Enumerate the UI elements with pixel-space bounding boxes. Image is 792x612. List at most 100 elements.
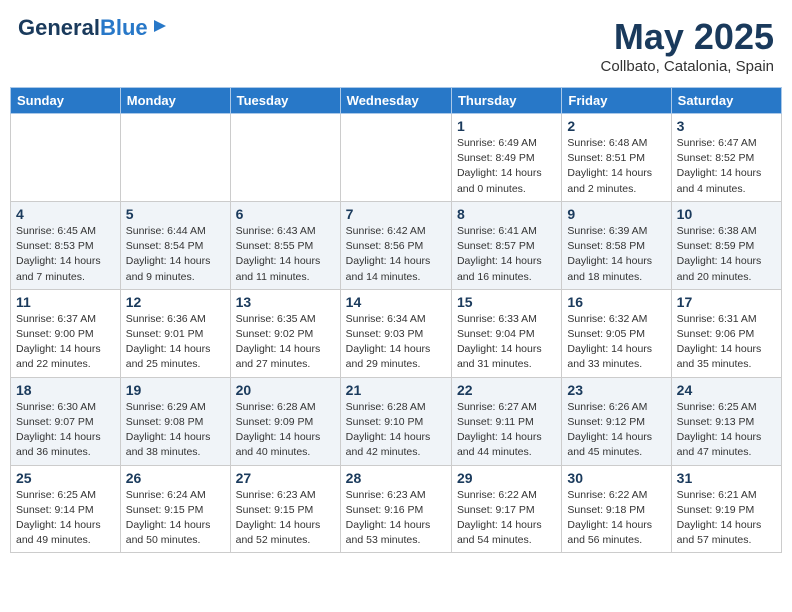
- calendar-cell: [11, 114, 121, 202]
- calendar-cell: 14 Sunrise: 6:34 AMSunset: 9:03 PMDayligh…: [340, 289, 451, 377]
- calendar-week-1: 1 Sunrise: 6:49 AMSunset: 8:49 PMDaylight…: [11, 114, 782, 202]
- day-number: 12: [126, 294, 225, 310]
- calendar-cell: 28 Sunrise: 6:23 AMSunset: 9:16 PMDayligh…: [340, 465, 451, 553]
- day-number: 23: [567, 382, 665, 398]
- calendar-cell: 16 Sunrise: 6:32 AMSunset: 9:05 PMDayligh…: [562, 289, 671, 377]
- calendar-cell: 12 Sunrise: 6:36 AMSunset: 9:01 PMDayligh…: [120, 289, 230, 377]
- calendar-cell: 10 Sunrise: 6:38 AMSunset: 8:59 PMDayligh…: [671, 201, 781, 289]
- day-detail: Sunrise: 6:37 AMSunset: 9:00 PMDaylight:…: [16, 312, 115, 373]
- day-detail: Sunrise: 6:21 AMSunset: 9:19 PMDaylight:…: [677, 488, 776, 549]
- title-block: May 2025 Collbato, Catalonia, Spain: [601, 16, 774, 75]
- calendar-week-4: 18 Sunrise: 6:30 AMSunset: 9:07 PMDayligh…: [11, 377, 782, 465]
- calendar-cell: 25 Sunrise: 6:25 AMSunset: 9:14 PMDayligh…: [11, 465, 121, 553]
- calendar-week-2: 4Sunrise: 6:45 AMSunset: 8:53 PMDaylight…: [11, 201, 782, 289]
- calendar-cell: 27 Sunrise: 6:23 AMSunset: 9:15 PMDayligh…: [230, 465, 340, 553]
- day-detail: Sunrise: 6:24 AMSunset: 9:15 PMDaylight:…: [126, 488, 225, 549]
- calendar-cell: 8Sunrise: 6:41 AMSunset: 8:57 PMDaylight…: [451, 201, 561, 289]
- calendar-cell: [120, 114, 230, 202]
- day-number: 31: [677, 470, 776, 486]
- day-number: 6: [236, 206, 335, 222]
- day-detail: Sunrise: 6:27 AMSunset: 9:11 PMDaylight:…: [457, 400, 556, 461]
- day-number: 14: [346, 294, 446, 310]
- logo-icon: [152, 18, 168, 39]
- day-detail: Sunrise: 6:25 AMSunset: 9:14 PMDaylight:…: [16, 488, 115, 549]
- day-detail: Sunrise: 6:28 AMSunset: 9:10 PMDaylight:…: [346, 400, 446, 461]
- day-number: 30: [567, 470, 665, 486]
- day-detail: Sunrise: 6:23 AMSunset: 9:15 PMDaylight:…: [236, 488, 335, 549]
- calendar-cell: 7Sunrise: 6:42 AMSunset: 8:56 PMDaylight…: [340, 201, 451, 289]
- location: Collbato, Catalonia, Spain: [601, 58, 774, 75]
- day-number: 1: [457, 118, 556, 134]
- day-detail: Sunrise: 6:26 AMSunset: 9:12 PMDaylight:…: [567, 400, 665, 461]
- calendar-cell: 2 Sunrise: 6:48 AMSunset: 8:51 PMDaylight…: [562, 114, 671, 202]
- day-number: 25: [16, 470, 115, 486]
- calendar-cell: 13Sunrise: 6:35 AMSunset: 9:02 PMDayligh…: [230, 289, 340, 377]
- day-number: 9: [567, 206, 665, 222]
- calendar-cell: 4Sunrise: 6:45 AMSunset: 8:53 PMDaylight…: [11, 201, 121, 289]
- day-detail: Sunrise: 6:39 AMSunset: 8:58 PMDaylight:…: [567, 224, 665, 285]
- calendar-cell: 9 Sunrise: 6:39 AMSunset: 8:58 PMDaylight…: [562, 201, 671, 289]
- calendar-cell: 24 Sunrise: 6:25 AMSunset: 9:13 PMDayligh…: [671, 377, 781, 465]
- calendar-cell: 1 Sunrise: 6:49 AMSunset: 8:49 PMDaylight…: [451, 114, 561, 202]
- day-detail: Sunrise: 6:43 AMSunset: 8:55 PMDaylight:…: [236, 224, 335, 285]
- day-detail: Sunrise: 6:23 AMSunset: 9:16 PMDaylight:…: [346, 488, 446, 549]
- day-number: 21: [346, 382, 446, 398]
- day-number: 10: [677, 206, 776, 222]
- day-detail: Sunrise: 6:38 AMSunset: 8:59 PMDaylight:…: [677, 224, 776, 285]
- day-detail: Sunrise: 6:35 AMSunset: 9:02 PMDaylight:…: [236, 312, 335, 373]
- col-sunday: Sunday: [11, 88, 121, 114]
- calendar-cell: 26 Sunrise: 6:24 AMSunset: 9:15 PMDayligh…: [120, 465, 230, 553]
- day-number: 11: [16, 294, 115, 310]
- calendar-cell: [340, 114, 451, 202]
- calendar-cell: 29 Sunrise: 6:22 AMSunset: 9:17 PMDayligh…: [451, 465, 561, 553]
- day-detail: Sunrise: 6:33 AMSunset: 9:04 PMDaylight:…: [457, 312, 556, 373]
- day-number: 5: [126, 206, 225, 222]
- col-wednesday: Wednesday: [340, 88, 451, 114]
- col-thursday: Thursday: [451, 88, 561, 114]
- day-detail: Sunrise: 6:29 AMSunset: 9:08 PMDaylight:…: [126, 400, 225, 461]
- col-monday: Monday: [120, 88, 230, 114]
- calendar: Sunday Monday Tuesday Wednesday Thursday…: [10, 87, 782, 553]
- day-detail: Sunrise: 6:30 AMSunset: 9:07 PMDaylight:…: [16, 400, 115, 461]
- day-number: 28: [346, 470, 446, 486]
- logo: GeneralBlue: [18, 16, 168, 39]
- day-detail: Sunrise: 6:49 AMSunset: 8:49 PMDaylight:…: [457, 136, 556, 197]
- day-number: 22: [457, 382, 556, 398]
- day-detail: Sunrise: 6:34 AMSunset: 9:03 PMDaylight:…: [346, 312, 446, 373]
- day-number: 24: [677, 382, 776, 398]
- col-tuesday: Tuesday: [230, 88, 340, 114]
- day-number: 27: [236, 470, 335, 486]
- calendar-cell: 20 Sunrise: 6:28 AMSunset: 9:09 PMDayligh…: [230, 377, 340, 465]
- day-detail: Sunrise: 6:47 AMSunset: 8:52 PMDaylight:…: [677, 136, 776, 197]
- day-detail: Sunrise: 6:44 AMSunset: 8:54 PMDaylight:…: [126, 224, 225, 285]
- day-number: 29: [457, 470, 556, 486]
- day-detail: Sunrise: 6:31 AMSunset: 9:06 PMDaylight:…: [677, 312, 776, 373]
- day-number: 20: [236, 382, 335, 398]
- month-year: May 2025: [601, 16, 774, 58]
- day-detail: Sunrise: 6:28 AMSunset: 9:09 PMDaylight:…: [236, 400, 335, 461]
- calendar-cell: 31 Sunrise: 6:21 AMSunset: 9:19 PMDayligh…: [671, 465, 781, 553]
- day-detail: Sunrise: 6:25 AMSunset: 9:13 PMDaylight:…: [677, 400, 776, 461]
- day-detail: Sunrise: 6:22 AMSunset: 9:18 PMDaylight:…: [567, 488, 665, 549]
- logo-text: GeneralBlue: [18, 17, 148, 39]
- calendar-cell: 19Sunrise: 6:29 AMSunset: 9:08 PMDayligh…: [120, 377, 230, 465]
- day-number: 15: [457, 294, 556, 310]
- day-number: 2: [567, 118, 665, 134]
- day-number: 3: [677, 118, 776, 134]
- day-detail: Sunrise: 6:32 AMSunset: 9:05 PMDaylight:…: [567, 312, 665, 373]
- day-number: 18: [16, 382, 115, 398]
- calendar-cell: [230, 114, 340, 202]
- day-detail: Sunrise: 6:36 AMSunset: 9:01 PMDaylight:…: [126, 312, 225, 373]
- calendar-cell: 17Sunrise: 6:31 AMSunset: 9:06 PMDayligh…: [671, 289, 781, 377]
- day-number: 4: [16, 206, 115, 222]
- day-detail: Sunrise: 6:42 AMSunset: 8:56 PMDaylight:…: [346, 224, 446, 285]
- col-friday: Friday: [562, 88, 671, 114]
- calendar-cell: 6 Sunrise: 6:43 AMSunset: 8:55 PMDaylight…: [230, 201, 340, 289]
- day-number: 26: [126, 470, 225, 486]
- col-saturday: Saturday: [671, 88, 781, 114]
- day-detail: Sunrise: 6:22 AMSunset: 9:17 PMDaylight:…: [457, 488, 556, 549]
- calendar-cell: 23 Sunrise: 6:26 AMSunset: 9:12 PMDayligh…: [562, 377, 671, 465]
- calendar-cell: 3 Sunrise: 6:47 AMSunset: 8:52 PMDaylight…: [671, 114, 781, 202]
- day-number: 16: [567, 294, 665, 310]
- day-detail: Sunrise: 6:48 AMSunset: 8:51 PMDaylight:…: [567, 136, 665, 197]
